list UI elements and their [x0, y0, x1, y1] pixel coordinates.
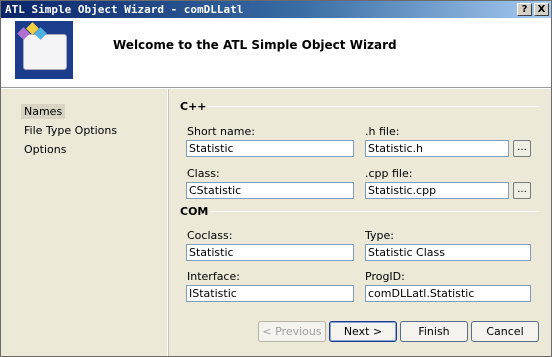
wizard-header: Welcome to the ATL Simple Object Wizard — [1, 18, 551, 87]
help-button[interactable]: ? — [517, 3, 532, 16]
short-name-input[interactable]: Statistic — [186, 140, 354, 157]
com-group-label: COM — [180, 205, 209, 218]
next-button[interactable]: Next > — [329, 321, 397, 342]
class-input[interactable]: CStatistic — [186, 182, 354, 199]
close-button[interactable]: X — [534, 3, 549, 16]
sidebar-item-file-type-options[interactable]: File Type Options — [21, 123, 120, 138]
wizard-window: ATL Simple Object Wizard - comDLLatl ? X… — [0, 0, 552, 357]
header-divider — [1, 87, 551, 88]
cpp-file-browse-button[interactable]: ... — [513, 182, 531, 199]
page-title: Welcome to the ATL Simple Object Wizard — [113, 38, 397, 52]
class-label: Class: — [187, 167, 220, 180]
interface-input[interactable]: IStatistic — [186, 285, 354, 302]
coclass-label: Coclass: — [187, 229, 233, 242]
logo-card — [23, 34, 67, 70]
h-file-label: .h file: — [365, 125, 400, 138]
h-file-browse-button[interactable]: ... — [513, 140, 531, 157]
progid-label: ProgID: — [365, 270, 405, 283]
short-name-label: Short name: — [187, 125, 255, 138]
h-file-input[interactable]: Statistic.h — [365, 140, 509, 157]
com-group-divider — [211, 211, 539, 212]
sidebar-item-options[interactable]: Options — [21, 142, 69, 157]
sidebar-item-names[interactable]: Names — [21, 104, 66, 119]
sidebar: Names File Type Options Options — [1, 89, 167, 356]
progid-input[interactable]: comDLLatl.Statistic — [365, 285, 531, 302]
wizard-logo-icon — [15, 21, 73, 79]
cpp-group-label: C++ — [180, 100, 207, 113]
coclass-input[interactable]: Statistic — [186, 244, 354, 261]
type-label: Type: — [365, 229, 394, 242]
cancel-button[interactable]: Cancel — [471, 321, 539, 342]
type-input[interactable]: Statistic Class — [365, 244, 531, 261]
main-panel: C++ Short name: Statistic .h file: Stati… — [168, 89, 551, 356]
finish-button[interactable]: Finish — [400, 321, 468, 342]
cpp-group-divider — [207, 106, 539, 107]
previous-button[interactable]: < Previous — [258, 321, 326, 342]
title-bar[interactable]: ATL Simple Object Wizard - comDLLatl ? X — [1, 1, 551, 18]
cpp-file-input[interactable]: Statistic.cpp — [365, 182, 509, 199]
window-title: ATL Simple Object Wizard - comDLLatl — [5, 3, 244, 16]
cpp-file-label: .cpp file: — [365, 167, 413, 180]
interface-label: Interface: — [187, 270, 240, 283]
